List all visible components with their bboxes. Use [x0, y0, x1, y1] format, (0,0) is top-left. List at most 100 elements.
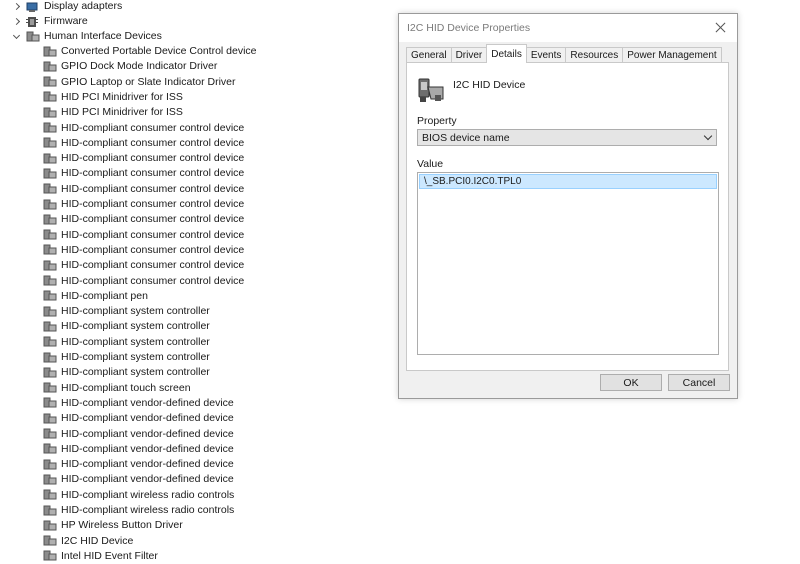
hid-device-icon — [43, 229, 57, 241]
tree-device-item[interactable]: HID-compliant vendor-defined device — [43, 472, 234, 487]
tree-device-label: GPIO Dock Mode Indicator Driver — [61, 60, 218, 73]
chevron-right-icon[interactable] — [12, 2, 22, 12]
tree-device-item[interactable]: HID-compliant consumer control device — [43, 212, 244, 227]
hid-device-icon — [43, 459, 57, 471]
hid-device-icon — [43, 61, 57, 73]
tree-device-item[interactable]: HID-compliant consumer control device — [43, 151, 244, 166]
tree-category-display-adapters[interactable]: Display adapters — [12, 0, 122, 14]
details-panel: I2C HID Device Property BIOS device name… — [406, 62, 729, 371]
tree-device-item[interactable]: HID PCI Minidriver for ISS — [43, 105, 183, 120]
cancel-button[interactable]: Cancel — [668, 374, 730, 391]
tree-device-item[interactable]: HID-compliant pen — [43, 289, 148, 304]
tree-device-label: HID-compliant consumer control device — [61, 182, 245, 195]
tree-device-item[interactable]: HID-compliant touch screen — [43, 381, 191, 396]
tree-device-label: HID-compliant system controller — [61, 305, 210, 318]
tree-device-item[interactable]: HID-compliant vendor-defined device — [43, 457, 234, 472]
tree-device-item[interactable]: HID-compliant consumer control device — [43, 243, 244, 258]
tree-device-item[interactable]: Converted Portable Device Control device — [43, 44, 257, 59]
hid-device-icon — [43, 46, 57, 58]
tree-category-firmware[interactable]: Firmware — [12, 14, 88, 29]
value-listbox[interactable]: \_SB.PCI0.I2C0.TPL0 — [417, 172, 719, 355]
tree-device-item[interactable]: HID-compliant vendor-defined device — [43, 411, 234, 426]
hid-device-icon — [43, 428, 57, 440]
value-row-selected[interactable]: \_SB.PCI0.I2C0.TPL0 — [419, 174, 717, 189]
hid-device-icon — [43, 321, 57, 333]
tree-device-item[interactable]: I2C HID Device — [43, 534, 133, 549]
tree-device-label: HID-compliant consumer control device — [61, 228, 245, 241]
hid-device-icon — [43, 367, 57, 379]
tree-category-human-interface-devices[interactable]: Human Interface Devices — [12, 29, 162, 44]
tree-device-label: HID PCI Minidriver for ISS — [61, 90, 183, 103]
tree-device-item[interactable]: Intel HID Event Filter — [43, 549, 158, 564]
tree-device-item[interactable]: HID-compliant consumer control device — [43, 274, 244, 289]
tree-device-label: HID-compliant consumer control device — [61, 259, 245, 272]
tree-device-label: HID-compliant vendor-defined device — [61, 427, 234, 440]
chevron-right-icon[interactable] — [12, 17, 22, 27]
tree-category-label: Human Interface Devices — [44, 30, 162, 42]
hid-device-icon — [43, 413, 57, 425]
chevron-down-icon[interactable] — [12, 32, 22, 42]
tree-device-item[interactable]: HID-compliant system controller — [43, 350, 210, 365]
tab-power-management[interactable]: Power Management — [622, 47, 722, 63]
tree-device-label: HID PCI Minidriver for ISS — [61, 106, 183, 119]
firmware-icon — [26, 16, 40, 28]
tree-device-item[interactable]: HID-compliant consumer control device — [43, 121, 244, 136]
hid-device-icon — [43, 306, 57, 318]
tree-device-item[interactable]: HID-compliant system controller — [43, 365, 210, 380]
tree-device-item[interactable]: HID-compliant wireless radio controls — [43, 488, 234, 503]
hid-device-icon — [43, 535, 57, 547]
device-name: I2C HID Device — [453, 79, 526, 91]
tree-category-label: Firmware — [44, 15, 88, 27]
tree-device-label: HID-compliant system controller — [61, 335, 210, 348]
property-selected-value: BIOS device name — [422, 132, 510, 144]
tree-device-item[interactable]: HID-compliant wireless radio controls — [43, 503, 234, 518]
tree-device-item[interactable]: HID PCI Minidriver for ISS — [43, 90, 183, 105]
dialog-titlebar[interactable]: I2C HID Device Properties — [399, 14, 737, 42]
tree-device-item[interactable]: HID-compliant vendor-defined device — [43, 442, 234, 457]
hid-device-icon — [43, 214, 57, 226]
device-tree: Display adapters Firmware Human Interfac… — [0, 0, 390, 562]
hid-device-icon — [43, 382, 57, 394]
tree-device-item[interactable]: HP Wireless Button Driver — [43, 518, 183, 533]
tree-device-item[interactable]: HID-compliant consumer control device — [43, 258, 244, 273]
tree-device-label: Converted Portable Device Control device — [61, 45, 257, 57]
tree-device-label: HID-compliant consumer control device — [61, 274, 245, 287]
tree-device-label: HID-compliant consumer control device — [61, 198, 245, 210]
close-icon[interactable] — [711, 18, 731, 38]
tree-device-item[interactable]: HID-compliant consumer control device — [43, 228, 244, 243]
hid-category-icon — [26, 31, 40, 43]
tab-driver[interactable]: Driver — [450, 47, 488, 63]
hid-device-icon — [43, 397, 57, 409]
tree-device-label: HID-compliant consumer control device — [61, 136, 245, 149]
tree-device-label: HID-compliant system controller — [61, 366, 210, 379]
tree-device-item[interactable]: HID-compliant consumer control device — [43, 136, 244, 151]
tree-device-item[interactable]: HID-compliant consumer control device — [43, 182, 244, 197]
tree-device-item[interactable]: HID-compliant vendor-defined device — [43, 396, 234, 411]
display-adapter-icon — [26, 1, 40, 13]
tab-resources[interactable]: Resources — [565, 47, 624, 63]
property-dropdown[interactable]: BIOS device name — [417, 129, 717, 146]
tree-category-label: Display adapters — [44, 0, 123, 12]
hid-device-icon — [43, 137, 57, 149]
tab-events[interactable]: Events — [525, 47, 567, 63]
tree-device-label: HID-compliant vendor-defined device — [61, 396, 234, 409]
ok-button[interactable]: OK — [600, 374, 662, 391]
tree-device-item[interactable]: HID-compliant system controller — [43, 304, 210, 319]
tree-device-item[interactable]: GPIO Dock Mode Indicator Driver — [43, 59, 217, 74]
tab-details[interactable]: Details — [486, 44, 527, 63]
tree-device-label: HID-compliant vendor-defined device — [61, 442, 234, 455]
tree-device-item[interactable]: GPIO Laptop or Slate Indicator Driver — [43, 75, 236, 90]
tab-general[interactable]: General — [406, 47, 452, 63]
dialog-tabs: General Driver Details Events Resources … — [406, 44, 722, 63]
properties-dialog: I2C HID Device Properties General Driver… — [398, 13, 738, 399]
tree-device-label: HID-compliant vendor-defined device — [61, 473, 234, 486]
tree-device-label: Intel HID Event Filter — [61, 549, 158, 562]
tree-device-item[interactable]: HID-compliant consumer control device — [43, 197, 244, 212]
hid-device-icon — [43, 199, 57, 211]
hid-device-icon — [43, 275, 57, 287]
tree-device-item[interactable]: HID-compliant consumer control device — [43, 166, 244, 181]
tree-device-item[interactable]: HID-compliant vendor-defined device — [43, 427, 234, 442]
tree-device-item[interactable]: HID-compliant system controller — [43, 319, 210, 334]
tree-device-item[interactable]: HID-compliant system controller — [43, 335, 210, 350]
tree-device-label: I2C HID Device — [61, 534, 134, 547]
